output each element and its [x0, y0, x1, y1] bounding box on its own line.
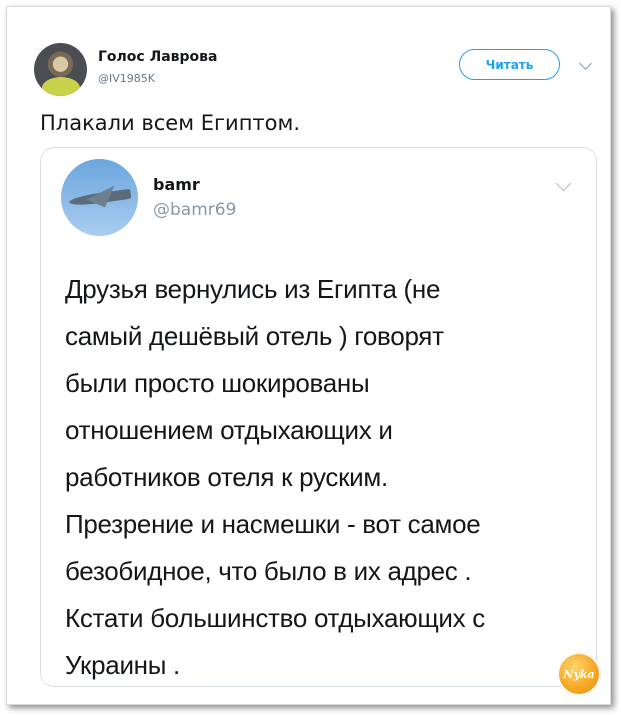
quoted-text-line: безобидное, что было в их адрес . — [65, 556, 472, 586]
quoted-chevron-down-icon[interactable] — [555, 175, 572, 192]
tweet-text: Плакали всем Египтом. — [40, 111, 301, 135]
author-avatar[interactable] — [34, 43, 87, 96]
quoted-text-line: самый дешёвый отель ) говорят — [65, 321, 444, 351]
quoted-tweet-text: Друзья вернулись из Египта (не самый деш… — [65, 266, 590, 689]
quoted-text-line: Кстати большинство отдыхающих с — [65, 603, 485, 633]
quoted-text-line: отношением отдыхающих и — [65, 415, 393, 445]
author-handle[interactable]: @IV1985K — [98, 72, 155, 85]
quoted-text-line: Украины . — [65, 650, 180, 680]
quoted-text-line: работников отеля к руским. — [65, 462, 388, 492]
quoted-author-avatar[interactable] — [61, 159, 138, 236]
watermark-logo: Nyka — [557, 652, 601, 696]
quoted-tweet-card[interactable]: bamr @bamr69 Друзья вернулись из Египта … — [40, 147, 597, 687]
author-name[interactable]: Голос Лаврова — [98, 49, 217, 65]
quoted-text-line: были просто шокированы — [65, 368, 370, 398]
quoted-text-line: Друзья вернулись из Египта (не — [65, 274, 441, 304]
user-avatar-icon — [42, 77, 80, 96]
follow-button[interactable]: Читать — [459, 49, 560, 80]
chevron-down-icon[interactable] — [579, 57, 592, 70]
quoted-author-name[interactable]: bamr — [153, 175, 200, 194]
quoted-author-handle[interactable]: @bamr69 — [153, 200, 236, 220]
quoted-text-line: Презрение и насмешки - вот самое — [65, 509, 481, 539]
tweet-screenshot-frame: Голос Лаврова @IV1985K Читать Плакали вс… — [6, 6, 611, 705]
